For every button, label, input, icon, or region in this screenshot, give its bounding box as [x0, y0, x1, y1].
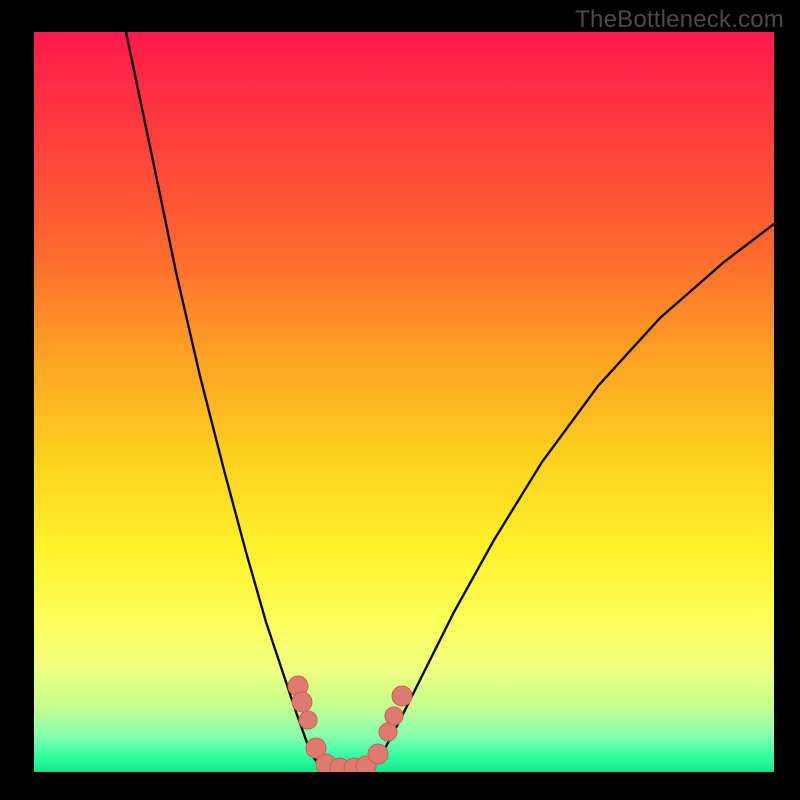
curve-layer	[34, 32, 774, 772]
curve-marker	[368, 744, 388, 764]
curve-marker	[379, 723, 397, 741]
curve-path	[126, 32, 774, 770]
curve-marker	[385, 707, 403, 725]
curve-marker	[392, 686, 412, 706]
watermark-text: TheBottleneck.com	[575, 6, 784, 34]
outer-frame: TheBottleneck.com	[0, 0, 800, 800]
curve-marker	[299, 711, 317, 729]
plot-area	[34, 32, 774, 772]
curve-markers	[288, 676, 412, 772]
curve-marker	[292, 692, 312, 712]
bottleneck-curve	[126, 32, 774, 770]
